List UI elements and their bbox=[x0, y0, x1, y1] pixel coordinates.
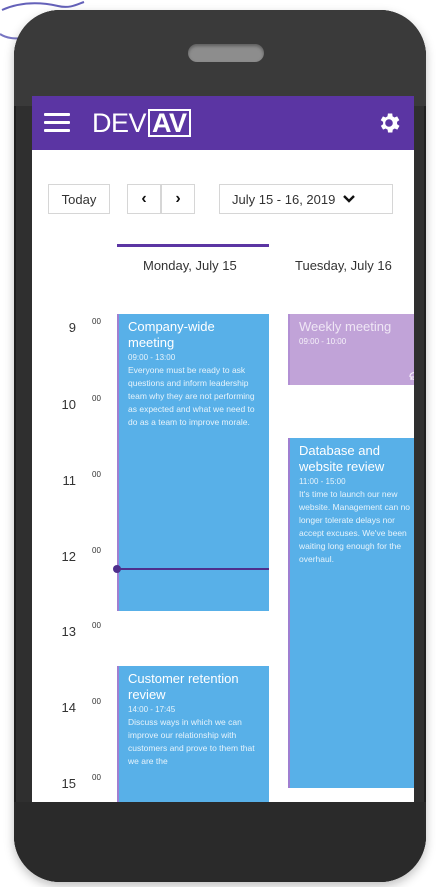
event-customer-retention-review[interactable]: Customer retention review 14:00 - 17:45 … bbox=[117, 666, 269, 802]
event-title: Database and website review bbox=[299, 443, 385, 474]
chevron-right-icon: › bbox=[175, 190, 181, 207]
event-title: Weekly meeting bbox=[299, 319, 392, 334]
event-database-website-review[interactable]: Database and website review 11:00 - 15:0… bbox=[288, 438, 414, 788]
app-header: DEV AV bbox=[32, 96, 414, 150]
date-range-dropdown[interactable]: July 15 - 16, 2019 bbox=[219, 184, 393, 214]
today-button[interactable]: Today bbox=[48, 184, 110, 214]
app-logo: DEV AV bbox=[92, 106, 191, 140]
day-header-tuesday[interactable]: Tuesday, July 16 bbox=[295, 258, 392, 273]
date-range-label: July 15 - 16, 2019 bbox=[232, 191, 336, 207]
event-description: It's time to launch our new website. Man… bbox=[299, 489, 411, 564]
event-company-wide-meeting[interactable]: Company-wide meeting 09:00 - 13:00 Every… bbox=[117, 314, 269, 611]
selected-day-indicator bbox=[117, 244, 269, 247]
previous-button[interactable]: ‹ bbox=[127, 184, 161, 214]
day-header-monday[interactable]: Monday, July 15 bbox=[143, 258, 237, 273]
logo-box-text: AV bbox=[148, 109, 191, 137]
event-description: Discuss ways in which we can improve our… bbox=[128, 717, 255, 766]
repeat-icon bbox=[409, 372, 414, 380]
phone-bottom bbox=[14, 802, 426, 882]
event-time: 14:00 - 17:45 bbox=[128, 705, 176, 714]
event-title: Customer retention review bbox=[128, 671, 239, 702]
app-screen: DEV AV Today ‹ › July 15 - 16, 2019 Mond… bbox=[32, 96, 414, 802]
logo-text: DEV bbox=[92, 107, 147, 138]
event-weekly-meeting[interactable]: Weekly meeting 09:00 - 10:00 bbox=[288, 314, 414, 385]
chevron-down-icon bbox=[343, 195, 356, 203]
event-title: Company-wide meeting bbox=[128, 319, 215, 350]
current-time-line bbox=[117, 568, 269, 570]
event-time: 11:00 - 15:00 bbox=[299, 477, 346, 486]
chevron-left-icon: ‹ bbox=[141, 190, 147, 207]
day-headers: Monday, July 15 Tuesday, July 16 bbox=[32, 244, 414, 284]
event-time: 09:00 - 10:00 bbox=[299, 337, 347, 346]
event-description: Everyone must be ready to ask questions … bbox=[128, 365, 255, 427]
next-button[interactable]: › bbox=[161, 184, 195, 214]
hamburger-icon[interactable] bbox=[44, 111, 70, 135]
current-time-dot bbox=[113, 565, 121, 573]
event-time: 09:00 - 13:00 bbox=[128, 353, 176, 362]
phone-frame: DEV AV Today ‹ › July 15 - 16, 2019 Mond… bbox=[14, 10, 426, 882]
calendar-toolbar: Today ‹ › July 15 - 16, 2019 bbox=[32, 150, 414, 220]
gear-icon[interactable] bbox=[376, 110, 402, 136]
phone-speaker bbox=[188, 44, 264, 62]
